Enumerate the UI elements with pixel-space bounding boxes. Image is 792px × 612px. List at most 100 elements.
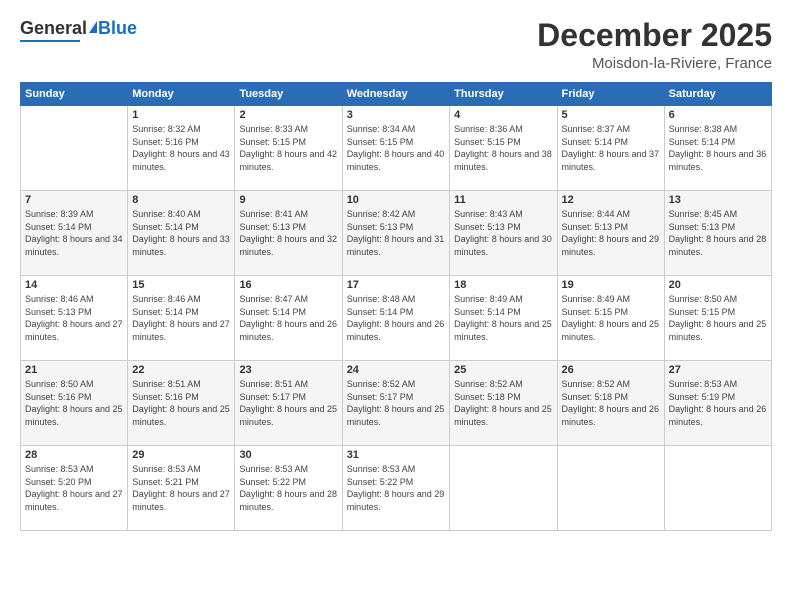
table-row: 19Sunrise: 8:49 AMSunset: 5:15 PMDayligh… [557,276,664,361]
location-title: Moisdon-la-Riviere, France [537,55,772,72]
day-number: 14 [25,279,123,291]
day-number: 2 [239,109,337,121]
day-info: Sunrise: 8:53 AMSunset: 5:21 PMDaylight:… [132,463,230,513]
day-number: 8 [132,194,230,206]
table-row: 24Sunrise: 8:52 AMSunset: 5:17 PMDayligh… [342,361,449,446]
day-info: Sunrise: 8:40 AMSunset: 5:14 PMDaylight:… [132,208,230,258]
table-row: 4 Sunrise: 8:36 AMSunset: 5:15 PMDaylight… [450,106,557,191]
table-row: 28Sunrise: 8:53 AMSunset: 5:20 PMDayligh… [21,446,128,531]
day-number: 11 [454,194,552,206]
day-info: Sunrise: 8:47 AMSunset: 5:14 PMDaylight:… [239,293,337,343]
day-number: 7 [25,194,123,206]
day-number: 12 [562,194,660,206]
table-row: 5 Sunrise: 8:37 AMSunset: 5:14 PMDaylight… [557,106,664,191]
day-number: 9 [239,194,337,206]
logo-underline [20,40,80,42]
day-number: 15 [132,279,230,291]
table-row [557,446,664,531]
day-info: Sunrise: 8:49 AMSunset: 5:14 PMDaylight:… [454,293,552,343]
col-wednesday: Wednesday [342,83,449,106]
calendar-week-row: 21Sunrise: 8:50 AMSunset: 5:16 PMDayligh… [21,361,772,446]
col-monday: Monday [128,83,235,106]
day-info: Sunrise: 8:36 AMSunset: 5:15 PMDaylight:… [454,123,552,173]
table-row: 11Sunrise: 8:43 AMSunset: 5:13 PMDayligh… [450,191,557,276]
day-info: Sunrise: 8:52 AMSunset: 5:18 PMDaylight:… [562,378,660,428]
day-info: Sunrise: 8:50 AMSunset: 5:15 PMDaylight:… [669,293,767,343]
col-tuesday: Tuesday [235,83,342,106]
day-info: Sunrise: 8:37 AMSunset: 5:14 PMDaylight:… [562,123,660,173]
month-title: December 2025 [537,18,772,53]
day-info: Sunrise: 8:46 AMSunset: 5:14 PMDaylight:… [132,293,230,343]
table-row: 10Sunrise: 8:42 AMSunset: 5:13 PMDayligh… [342,191,449,276]
day-info: Sunrise: 8:53 AMSunset: 5:22 PMDaylight:… [347,463,445,513]
day-info: Sunrise: 8:52 AMSunset: 5:18 PMDaylight:… [454,378,552,428]
logo: General Blue [20,18,137,42]
day-info: Sunrise: 8:46 AMSunset: 5:13 PMDaylight:… [25,293,123,343]
day-info: Sunrise: 8:48 AMSunset: 5:14 PMDaylight:… [347,293,445,343]
table-row: 21Sunrise: 8:50 AMSunset: 5:16 PMDayligh… [21,361,128,446]
table-row [450,446,557,531]
day-number: 22 [132,364,230,376]
day-number: 18 [454,279,552,291]
day-number: 5 [562,109,660,121]
table-row: 18 Sunrise: 8:49 AMSunset: 5:14 PMDayligh… [450,276,557,361]
table-row: 22 Sunrise: 8:51 AMSunset: 5:16 PMDayligh… [128,361,235,446]
day-number: 27 [669,364,767,376]
table-row: 26Sunrise: 8:52 AMSunset: 5:18 PMDayligh… [557,361,664,446]
calendar-week-row: 28Sunrise: 8:53 AMSunset: 5:20 PMDayligh… [21,446,772,531]
table-row: 13 Sunrise: 8:45 AMSunset: 5:13 PMDayligh… [664,191,771,276]
calendar-table: Sunday Monday Tuesday Wednesday Thursday… [20,82,772,531]
day-info: Sunrise: 8:53 AMSunset: 5:22 PMDaylight:… [239,463,337,513]
col-friday: Friday [557,83,664,106]
table-row: 20 Sunrise: 8:50 AMSunset: 5:15 PMDayligh… [664,276,771,361]
day-info: Sunrise: 8:52 AMSunset: 5:17 PMDaylight:… [347,378,445,428]
table-row: 8 Sunrise: 8:40 AMSunset: 5:14 PMDaylight… [128,191,235,276]
table-row: 29 Sunrise: 8:53 AMSunset: 5:21 PMDayligh… [128,446,235,531]
day-number: 19 [562,279,660,291]
day-number: 23 [239,364,337,376]
day-info: Sunrise: 8:32 AMSunset: 5:16 PMDaylight:… [132,123,230,173]
table-row [664,446,771,531]
table-row: 30Sunrise: 8:53 AMSunset: 5:22 PMDayligh… [235,446,342,531]
day-info: Sunrise: 8:34 AMSunset: 5:15 PMDaylight:… [347,123,445,173]
day-number: 1 [132,109,230,121]
day-info: Sunrise: 8:45 AMSunset: 5:13 PMDaylight:… [669,208,767,258]
col-saturday: Saturday [664,83,771,106]
table-row: 7 Sunrise: 8:39 AMSunset: 5:14 PMDaylight… [21,191,128,276]
table-row: 1 Sunrise: 8:32 AMSunset: 5:16 PMDaylight… [128,106,235,191]
table-row: 25Sunrise: 8:52 AMSunset: 5:18 PMDayligh… [450,361,557,446]
table-row [21,106,128,191]
day-number: 17 [347,279,445,291]
table-row: 16 Sunrise: 8:47 AMSunset: 5:14 PMDayligh… [235,276,342,361]
day-number: 16 [239,279,337,291]
table-row: 27 Sunrise: 8:53 AMSunset: 5:19 PMDayligh… [664,361,771,446]
col-thursday: Thursday [450,83,557,106]
day-number: 4 [454,109,552,121]
logo-general-text: General [20,18,87,39]
day-info: Sunrise: 8:51 AMSunset: 5:17 PMDaylight:… [239,378,337,428]
table-row: 15 Sunrise: 8:46 AMSunset: 5:14 PMDayligh… [128,276,235,361]
table-row: 14 Sunrise: 8:46 AMSunset: 5:13 PMDayligh… [21,276,128,361]
calendar-week-row: 7 Sunrise: 8:39 AMSunset: 5:14 PMDaylight… [21,191,772,276]
day-number: 29 [132,449,230,461]
header: General Blue December 2025 Moisdon-la-Ri… [20,18,772,72]
day-info: Sunrise: 8:53 AMSunset: 5:20 PMDaylight:… [25,463,123,513]
day-info: Sunrise: 8:39 AMSunset: 5:14 PMDaylight:… [25,208,123,258]
day-number: 13 [669,194,767,206]
table-row: 23 Sunrise: 8:51 AMSunset: 5:17 PMDayligh… [235,361,342,446]
day-info: Sunrise: 8:41 AMSunset: 5:13 PMDaylight:… [239,208,337,258]
table-row: 31Sunrise: 8:53 AMSunset: 5:22 PMDayligh… [342,446,449,531]
day-number: 21 [25,364,123,376]
calendar-week-row: 1 Sunrise: 8:32 AMSunset: 5:16 PMDaylight… [21,106,772,191]
day-number: 3 [347,109,445,121]
day-number: 20 [669,279,767,291]
day-info: Sunrise: 8:51 AMSunset: 5:16 PMDaylight:… [132,378,230,428]
table-row: 6Sunrise: 8:38 AMSunset: 5:14 PMDaylight… [664,106,771,191]
day-info: Sunrise: 8:33 AMSunset: 5:15 PMDaylight:… [239,123,337,173]
day-info: Sunrise: 8:44 AMSunset: 5:13 PMDaylight:… [562,208,660,258]
day-info: Sunrise: 8:53 AMSunset: 5:19 PMDaylight:… [669,378,767,428]
title-section: December 2025 Moisdon-la-Riviere, France [537,18,772,72]
table-row: 2 Sunrise: 8:33 AMSunset: 5:15 PMDaylight… [235,106,342,191]
calendar-page: General Blue December 2025 Moisdon-la-Ri… [0,0,792,612]
day-info: Sunrise: 8:42 AMSunset: 5:13 PMDaylight:… [347,208,445,258]
